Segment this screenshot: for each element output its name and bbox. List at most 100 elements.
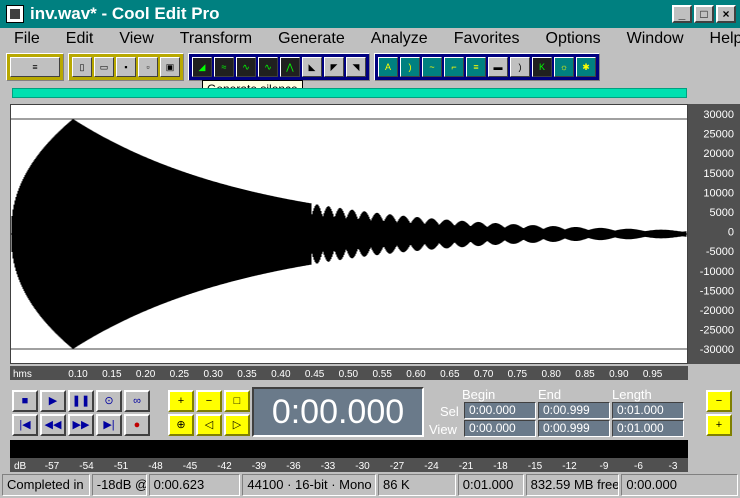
view-begin-field[interactable]: 0:00.000	[464, 420, 536, 437]
save-icon[interactable]: ▪	[116, 57, 136, 77]
menu-help[interactable]: Help	[710, 28, 740, 50]
amplitude-tick-label: -10000	[700, 266, 734, 278]
transport-panel: ■ ▶ ❚❚ ⊙ ∞ |◀ ◀◀ ▶▶ ▶| ● + − □ ⊕ ◁ ▷ 0:0…	[0, 384, 740, 440]
time-tick-label: 0.80	[541, 369, 561, 380]
vertical-zoom-out-icon[interactable]: −	[706, 390, 732, 412]
time-ruler: hms 0.10 0.15 0.20 0.25 0.30 0.35 0.40 0.45 0.50…	[10, 366, 688, 380]
time-tick-label: 0.70	[474, 369, 494, 380]
status-position: 0:00.623	[148, 474, 241, 496]
zoom-full-icon[interactable]: □	[224, 390, 250, 412]
generate-silence-icon[interactable]: ◢	[192, 57, 212, 77]
meter-tick-label: -51	[114, 461, 129, 472]
amplitude-tick-label: 5000	[710, 207, 734, 219]
waveform-display[interactable]	[10, 104, 688, 364]
meter-tick-label: -15	[528, 461, 543, 472]
meter-tick-label: -6	[634, 461, 643, 472]
vertical-zoom-in-icon[interactable]: +	[706, 414, 732, 436]
flanger-icon[interactable]: K	[532, 57, 552, 77]
meter-tick-label: -30	[355, 461, 370, 472]
zoom-right-icon[interactable]: ▷	[224, 414, 250, 436]
stretch-icon[interactable]: ✱	[576, 57, 596, 77]
echo-icon[interactable]: )	[400, 57, 420, 77]
window-title: inv.wav* - Cool Edit Pro	[30, 4, 220, 23]
pitch-icon[interactable]: ☼	[554, 57, 574, 77]
amplify-icon[interactable]: ◤	[324, 57, 344, 77]
view-length-field[interactable]: 0:01.000	[612, 420, 684, 437]
amplitude-tick-label: -15000	[700, 285, 734, 297]
menu-view[interactable]: View	[119, 28, 153, 50]
zoom-selection-icon[interactable]: ⊕	[168, 414, 194, 436]
generate-dtmf-icon[interactable]: ∿	[258, 57, 278, 77]
time-tick-label: 0.30	[203, 369, 223, 380]
status-free-space: 832.59 MB free	[525, 474, 620, 496]
time-tick-label: 0.35	[237, 369, 257, 380]
play-to-end-button[interactable]: ⊙	[96, 390, 122, 412]
new-file-icon[interactable]: ▯	[72, 57, 92, 77]
reverb-icon[interactable]: ~	[422, 57, 442, 77]
time-tick-label: 0.45	[305, 369, 325, 380]
meter-tick-label: -45	[183, 461, 198, 472]
status-bar: Completed in -18dB @ 0:00.623 44100 · 16…	[0, 472, 740, 498]
rewind-button[interactable]: ◀◀	[40, 414, 66, 436]
menu-window[interactable]: Window	[627, 28, 684, 50]
stop-button[interactable]: ■	[12, 390, 38, 412]
status-free-time: 0:00.000	[621, 474, 738, 496]
record-button[interactable]: ●	[124, 414, 150, 436]
amplitude-tick-label: -5000	[706, 246, 734, 258]
open-file-icon[interactable]: ▭	[94, 57, 114, 77]
time-tick-label: 0.40	[271, 369, 291, 380]
menu-generate[interactable]: Generate	[278, 28, 345, 50]
save-all-icon[interactable]: ▣	[160, 57, 180, 77]
envelope-icon[interactable]: ◣	[302, 57, 322, 77]
menu-file[interactable]: File	[14, 28, 40, 50]
filter-icon[interactable]: ⌐	[444, 57, 464, 77]
sel-label: Sel	[440, 404, 459, 419]
view-end-field[interactable]: 0:00.999	[538, 420, 610, 437]
pause-button[interactable]: ❚❚	[68, 390, 94, 412]
amplitude-tick-label: 30000	[703, 109, 734, 121]
menu-favorites[interactable]: Favorites	[454, 28, 520, 50]
meter-tick-label: -27	[390, 461, 405, 472]
time-tick-label: 0.95	[643, 369, 663, 380]
menu-transform[interactable]: Transform	[180, 28, 252, 50]
app-icon[interactable]	[6, 5, 24, 23]
delay-icon[interactable]: )	[510, 57, 530, 77]
amplitude-tick-label: 10000	[703, 187, 734, 199]
maximize-button[interactable]: □	[694, 5, 714, 23]
sel-end-field[interactable]: 0:00.999	[538, 402, 610, 419]
close-button[interactable]: ×	[716, 5, 736, 23]
zoom-left-icon[interactable]: ◁	[196, 414, 222, 436]
menu-options[interactable]: Options	[546, 28, 601, 50]
save-as-icon[interactable]: ▫	[138, 57, 158, 77]
time-tick-label: 0.60	[406, 369, 426, 380]
overview-bar[interactable]	[12, 88, 687, 98]
analysis-icon[interactable]: A	[378, 57, 398, 77]
meter-tick-label: -36	[286, 461, 301, 472]
sel-length-field[interactable]: 0:01.000	[612, 402, 684, 419]
menu-analyze[interactable]: Analyze	[371, 28, 428, 50]
normalize-icon[interactable]: ◥	[346, 57, 366, 77]
generate-chirp-icon[interactable]: ⋀	[280, 57, 300, 77]
status-format: 44100 · 16-bit · Mono	[242, 474, 376, 496]
go-to-start-button[interactable]: |◀	[12, 414, 38, 436]
sel-begin-field[interactable]: 0:00.000	[464, 402, 536, 419]
loop-button[interactable]: ∞	[124, 390, 150, 412]
go-to-end-button[interactable]: ▶|	[96, 414, 122, 436]
zoom-in-icon[interactable]: +	[168, 390, 194, 412]
toolbar: ≡ ▯ ▭ ▪ ▫ ▣ ◢ ≈ ∿ ∿ ⋀ ◣ ◤ ◥ A ) ~ ⌐ ≡ ▬ …	[0, 51, 740, 83]
time-unit-label: hms	[13, 369, 32, 380]
generate-noise-icon[interactable]: ≈	[214, 57, 234, 77]
meter-tick-label: -12	[562, 461, 577, 472]
generate-tones-icon[interactable]: ∿	[236, 57, 256, 77]
toolbar-group-generate: ◢ ≈ ∿ ∿ ⋀ ◣ ◤ ◥	[188, 53, 370, 81]
minimize-button[interactable]: _	[672, 5, 692, 23]
play-button[interactable]: ▶	[40, 390, 66, 412]
toolbar-group-file: ▯ ▭ ▪ ▫ ▣	[68, 53, 184, 81]
zoom-out-icon[interactable]: −	[196, 390, 222, 412]
spectral-icon[interactable]: ▬	[488, 57, 508, 77]
multitrack-toggle-icon[interactable]: ≡	[10, 57, 60, 77]
menu-edit[interactable]: Edit	[66, 28, 94, 50]
eq-icon[interactable]: ≡	[466, 57, 486, 77]
fast-forward-button[interactable]: ▶▶	[68, 414, 94, 436]
time-tick-label: 0.50	[339, 369, 359, 380]
